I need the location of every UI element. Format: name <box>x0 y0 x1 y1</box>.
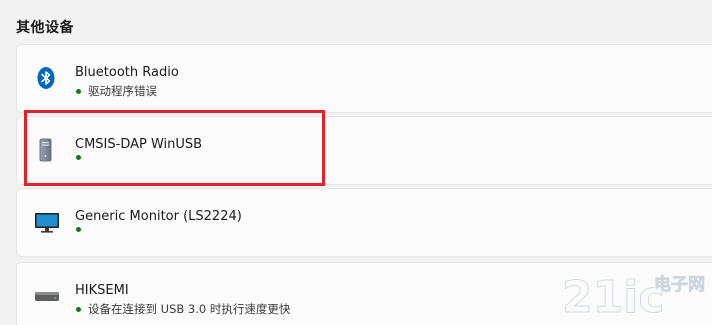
section-title-other-devices: 其他设备 <box>16 20 74 36</box>
device-card-generic-monitor[interactable]: Generic Monitor (LS2224) <box>16 188 712 257</box>
device-card-cmsis-dap-winusb[interactable]: CMSIS-DAP WinUSB <box>16 116 712 185</box>
bluetooth-icon <box>34 66 58 90</box>
device-status: 驱动程序错误 <box>75 83 157 99</box>
device-tower-icon <box>34 138 58 162</box>
device-status: 设备在连接到 USB 3.0 时执行速度更快 <box>75 301 290 317</box>
monitor-icon <box>34 210 59 234</box>
device-card-hiksemi[interactable]: HIKSEMI 设备在连接到 USB 3.0 时执行速度更快 <box>16 262 712 325</box>
device-status-text: 设备在连接到 USB 3.0 时执行速度更快 <box>88 302 291 316</box>
device-name: CMSIS-DAP WinUSB <box>75 137 203 152</box>
drive-icon <box>34 284 59 308</box>
device-name: HIKSEMI <box>75 283 129 298</box>
device-status <box>75 155 88 160</box>
device-status-text: 驱动程序错误 <box>88 84 157 98</box>
device-status <box>75 227 88 232</box>
device-name: Generic Monitor (LS2224) <box>75 209 242 224</box>
device-card-bluetooth-radio[interactable]: Bluetooth Radio 驱动程序错误 <box>16 44 712 113</box>
status-dot-icon <box>76 306 81 312</box>
status-dot-icon <box>76 155 81 160</box>
device-name: Bluetooth Radio <box>75 65 179 80</box>
status-dot-icon <box>76 227 81 232</box>
device-settings-page: 其他设备 Bluetooth Radio 驱动程序错误 CMSIS-DAP Wi… <box>0 0 712 325</box>
status-dot-icon <box>76 88 81 94</box>
